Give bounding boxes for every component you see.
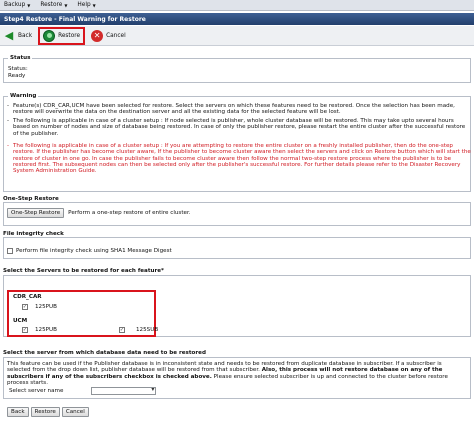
warning-item: - Feature(s) CDR_CAR,UCM have been selec… [7,103,471,116]
cancel-icon: ✕ [91,29,104,42]
restore-icon [43,29,56,42]
warning-item: - The following is applicable in case of… [7,143,471,174]
server-checkbox-ucm-125sub[interactable]: ✓ [119,327,125,333]
menu-backup-label: Backup [4,2,26,8]
feature-label-cdr-car: CDR_CAR [13,294,42,300]
servers-section-title: Select the Servers to be restored for ea… [3,268,164,274]
back-button-label: Back [18,32,33,39]
toolbar: ◀ Back Restore ✕ Cancel [0,26,474,46]
page-title: Step4 Restore - Final Warning for Restor… [0,13,474,25]
file-integrity-checkbox[interactable] [7,248,13,254]
back-arrow-icon: ◀ [4,29,14,42]
bottom-back-button[interactable]: Back [7,407,29,417]
status-section: Status Status: Ready [3,55,471,83]
warning-text-2: The following is applicable in case of a… [13,118,466,137]
one-step-description: Perform a one-step restore of entire clu… [68,210,191,216]
warning-text-3: The following is applicable in case of a… [13,143,471,175]
chevron-down-icon: ▼ [27,2,31,8]
status-value: Ready [8,73,26,79]
menu-help[interactable]: Help ▼ [77,2,95,8]
select-server-label: Select server name [9,388,64,394]
server-name-select[interactable] [91,386,157,395]
server-item: ✓ 125SUB [119,327,158,333]
restore-button[interactable]: Restore [38,26,86,45]
menu-help-label: Help [77,2,91,8]
bottom-cancel-button[interactable]: Cancel [61,407,89,417]
bullet-icon: - [7,118,10,124]
server-label: 125SUB [136,327,159,333]
warning-item: - The following is applicable in case of… [7,118,471,137]
bottom-buttons: Back Restore Cancel [7,407,91,417]
file-integrity-label: Perform file integrity check using SHA1 … [16,248,172,254]
chevron-down-icon: ▼ [92,2,96,8]
server-item: ✓ 125PUB [22,327,57,333]
select-server-description: This feature can be used if the Publishe… [7,361,467,386]
server-item: ✓ 125PUB [22,304,57,310]
menu-restore-label: Restore [40,2,63,8]
status-label: Status: [8,66,28,72]
back-button[interactable]: ◀ Back [3,29,33,42]
bullet-icon: - [7,103,10,109]
server-checkbox-cdr-car-125pub[interactable]: ✓ [22,304,28,310]
menu-bar: Backup ▼ Restore ▼ Help ▼ [0,0,474,11]
one-step-restore-button[interactable]: One-Step Restore [7,208,65,218]
server-label: 125PUB [35,304,57,310]
menu-restore[interactable]: Restore ▼ [40,2,67,8]
menu-backup[interactable]: Backup ▼ [4,2,30,8]
chevron-down-icon: ▼ [64,2,68,8]
bottom-restore-button[interactable]: Restore [30,407,60,417]
server-label: 125PUB [35,327,57,333]
cancel-button-label: Cancel [106,32,126,39]
select-server-row: Select server name [9,386,157,395]
one-step-row: One-Step Restore Perform a one-step rest… [7,208,191,218]
bullet-icon: - [7,143,10,149]
warning-section-title: Warning [8,93,39,99]
server-checkbox-ucm-125pub[interactable]: ✓ [22,327,28,333]
restore-button-label: Restore [58,32,81,39]
cancel-button[interactable]: ✕ Cancel [91,29,126,42]
select-server-section-title: Select the server from which database da… [3,350,206,356]
file-integrity-row: Perform file integrity check using SHA1 … [7,248,172,254]
status-section-title: Status [8,55,33,61]
feature-label-ucm: UCM [13,318,28,324]
warning-text-1: Feature(s) CDR_CAR,UCM have been selecte… [13,103,455,116]
